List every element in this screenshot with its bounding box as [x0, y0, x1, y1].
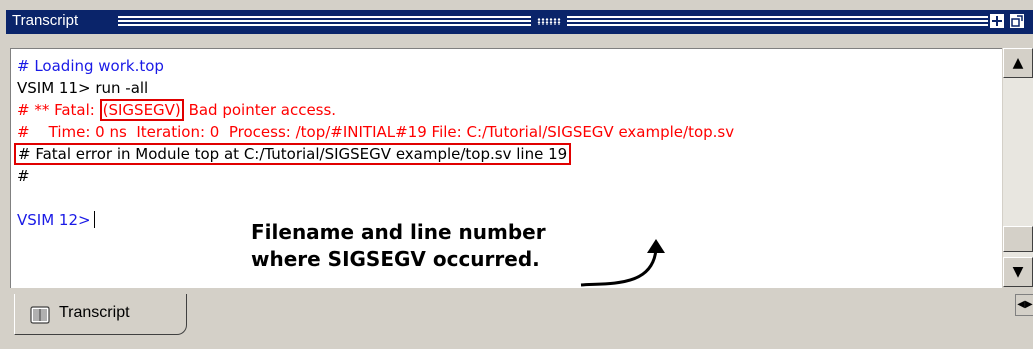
- fatal-error-highlight: # Fatal error in Module top at C:/Tutori…: [14, 143, 572, 165]
- scroll-thumb[interactable]: [1003, 226, 1033, 252]
- scroll-down-button[interactable]: ▼: [1003, 257, 1033, 287]
- annotation-line: where SIGSEGV occurred.: [251, 247, 540, 271]
- drag-handle[interactable]: [531, 13, 567, 30]
- tab-transcript[interactable]: Transcript: [14, 294, 187, 335]
- tab-label: Transcript: [59, 304, 130, 321]
- transcript-line: #: [17, 167, 30, 185]
- fatal-prefix: # ** Fatal:: [17, 101, 100, 119]
- annotation-line: Filename and line number: [251, 220, 546, 244]
- undock-icon: [1010, 14, 1024, 28]
- arrow-up-icon: ▲: [1012, 55, 1024, 71]
- transcript-window: Transcript # Loading work.top VSIM 11> r…: [0, 0, 1033, 349]
- transcript-line: # ** Fatal: (SIGSEGV) Bad pointer access…: [17, 99, 734, 121]
- transcript-line: # Time: 0 ns Iteration: 0 Process: /top/…: [17, 123, 735, 141]
- plus-icon: [990, 14, 1004, 28]
- tab-scroll-arrows[interactable]: ◀▶: [1015, 294, 1033, 316]
- transcript-line: # Fatal error in Module top at C:/Tutori…: [14, 143, 734, 165]
- prompt-text: VSIM 12>: [17, 211, 91, 229]
- transcript-line: VSIM 11> run -all: [17, 79, 149, 97]
- maximize-button[interactable]: [989, 13, 1005, 29]
- scroll-up-button[interactable]: ▲: [1003, 48, 1033, 78]
- arrow-down-icon: ▼: [1012, 264, 1024, 280]
- tab-nav-arrows-icon: ◀▶: [1017, 299, 1033, 310]
- annotation-callout: Filename and line number where SIGSEGV o…: [251, 219, 546, 273]
- transcript-line: # Loading work.top: [17, 57, 164, 75]
- text-cursor: [93, 211, 95, 228]
- title-bar[interactable]: Transcript: [6, 10, 1033, 34]
- undock-button[interactable]: [1009, 13, 1025, 29]
- tab-strip: Transcript: [0, 288, 1033, 349]
- fatal-message: Bad pointer access.: [183, 101, 337, 119]
- vertical-scrollbar[interactable]: ▲ ▼: [1003, 48, 1033, 287]
- window-title: Transcript: [12, 12, 79, 29]
- transcript-output[interactable]: # Loading work.top VSIM 11> run -all # *…: [10, 48, 1002, 288]
- grip-dots-icon: [537, 18, 561, 25]
- transcript-icon: [30, 306, 50, 324]
- sigsegv-highlight: (SIGSEGV): [99, 99, 184, 121]
- transcript-line: [17, 187, 734, 209]
